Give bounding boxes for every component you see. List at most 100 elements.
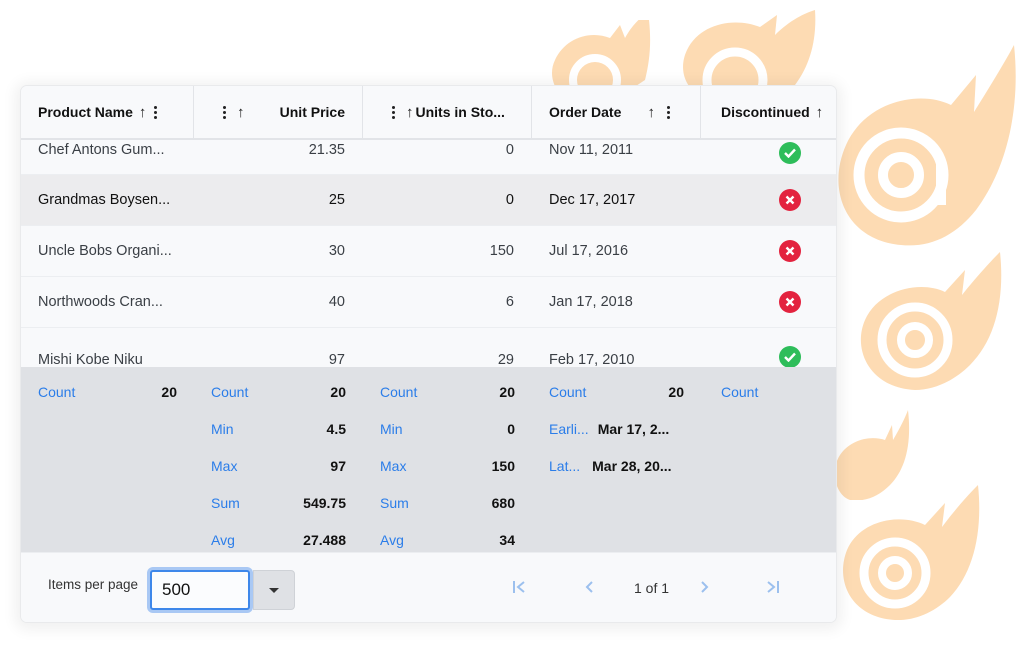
grid-body: Chef Antons Gum... 21.35 0 Nov 11, 2011 … bbox=[21, 140, 836, 368]
column-header-unit-price[interactable]: ↑ Unit Price bbox=[194, 86, 363, 138]
sort-ascending-icon[interactable]: ↑ bbox=[237, 104, 245, 121]
last-page-icon bbox=[767, 581, 779, 593]
cell-order-date[interactable]: Feb 17, 2010 bbox=[532, 328, 701, 368]
cell-unit-price[interactable]: 30 bbox=[194, 226, 363, 276]
blazor-logo-icon bbox=[838, 45, 1016, 246]
summary-label: Earli... bbox=[549, 420, 589, 437]
items-per-page-input[interactable] bbox=[150, 570, 250, 610]
cell-unit-price[interactable]: 25 bbox=[194, 175, 363, 225]
cell-units-in-stock[interactable]: 6 bbox=[363, 277, 532, 327]
items-per-page-dropdown-button[interactable] bbox=[253, 570, 295, 610]
column-menu-icon[interactable] bbox=[221, 105, 227, 119]
column-header-label: Units in Sto... bbox=[415, 104, 505, 120]
cell-unit-price[interactable]: 40 bbox=[194, 277, 363, 327]
first-page-button[interactable] bbox=[512, 580, 526, 594]
cell-units-in-stock[interactable]: 0 bbox=[363, 175, 532, 225]
cell-units-in-stock[interactable]: 150 bbox=[363, 226, 532, 276]
summary-value: 680 bbox=[491, 494, 515, 511]
cell-order-date[interactable]: Nov 11, 2011 bbox=[532, 140, 701, 174]
summary-label: Count bbox=[211, 383, 249, 400]
cell-product-name[interactable]: Uncle Bobs Organi... bbox=[21, 226, 194, 276]
cell-discontinued[interactable] bbox=[701, 175, 836, 225]
x-circle-icon bbox=[779, 291, 801, 313]
next-page-icon bbox=[701, 581, 709, 593]
cell-order-date[interactable]: Jan 17, 2018 bbox=[532, 277, 701, 327]
summary-value: 20 bbox=[161, 383, 177, 400]
cell-product-name[interactable]: Chef Antons Gum... bbox=[21, 140, 194, 174]
summary-value: 20 bbox=[499, 383, 515, 400]
table-row[interactable]: Grandmas Boysen... 25 0 Dec 17, 2017 bbox=[21, 175, 836, 226]
cell-units-in-stock[interactable]: 0 bbox=[363, 140, 532, 174]
last-page-button[interactable] bbox=[766, 580, 780, 594]
summary-label: Count bbox=[549, 383, 587, 400]
summary-order-date: Count 20 Earli... Mar 17, 2... Lat... Mar 2… bbox=[532, 367, 701, 552]
summary-label: Avg bbox=[211, 531, 235, 548]
sort-ascending-icon[interactable]: ↑ bbox=[406, 104, 414, 121]
summary-discontinued: Count bbox=[701, 367, 836, 552]
cell-order-date[interactable]: Jul 17, 2016 bbox=[532, 226, 701, 276]
summary-value: Mar 17, 2... bbox=[597, 420, 670, 437]
next-page-button[interactable] bbox=[700, 580, 710, 594]
summary-label: Count bbox=[721, 383, 759, 400]
table-row[interactable]: Uncle Bobs Organi... 30 150 Jul 17, 2016 bbox=[21, 226, 836, 277]
column-menu-icon[interactable] bbox=[152, 105, 158, 119]
summary-value: 150 bbox=[491, 457, 515, 474]
summary-value: 20 bbox=[330, 383, 346, 400]
cell-product-name[interactable]: Northwoods Cran... bbox=[21, 277, 194, 327]
summary-label: Max bbox=[380, 457, 407, 474]
summary-label: Count bbox=[380, 383, 418, 400]
items-per-page-label: Items per page bbox=[48, 577, 139, 592]
cell-discontinued[interactable] bbox=[701, 140, 836, 174]
summary-unit-price: Count 20 Min 4.5 Max 97 Sum 549.75 Avg 27.488 bbox=[194, 367, 363, 552]
x-circle-icon bbox=[779, 189, 801, 211]
data-grid: Product Name ↑ ↑ Unit Price ↑ Units in S… bbox=[21, 86, 836, 622]
summary-value: 97 bbox=[330, 457, 346, 474]
column-header-units-in-stock[interactable]: ↑ Units in Sto... bbox=[363, 86, 532, 138]
summary-label: Lat... bbox=[549, 457, 581, 474]
summary-value: 4.5 bbox=[326, 420, 346, 437]
cell-product-name[interactable]: Mishi Kobe Niku bbox=[21, 328, 194, 368]
summary-value: 20 bbox=[668, 383, 684, 400]
x-circle-icon bbox=[779, 240, 801, 262]
summary-label: Max bbox=[211, 457, 238, 474]
summary-label: Sum bbox=[380, 494, 409, 511]
cell-discontinued[interactable] bbox=[701, 226, 836, 276]
summary-value: 34 bbox=[499, 531, 515, 548]
blazor-logo-icon bbox=[843, 485, 980, 620]
table-row[interactable]: Mishi Kobe Niku 97 29 Feb 17, 2010 bbox=[21, 328, 836, 368]
cell-order-date[interactable]: Dec 17, 2017 bbox=[532, 175, 701, 225]
cell-discontinued[interactable] bbox=[701, 277, 836, 327]
column-header-label: Product Name bbox=[38, 104, 133, 120]
column-header-label: Discontinued bbox=[721, 104, 810, 120]
table-row[interactable]: Chef Antons Gum... 21.35 0 Nov 11, 2011 bbox=[21, 140, 836, 175]
column-header-label: Order Date bbox=[549, 104, 622, 120]
summary-value: 549.75 bbox=[303, 494, 346, 511]
cell-discontinued[interactable] bbox=[701, 328, 836, 368]
summary-label: Min bbox=[380, 420, 403, 437]
column-header-order-date[interactable]: Order Date ↑ bbox=[532, 86, 701, 138]
sort-ascending-icon[interactable]: ↑ bbox=[816, 104, 824, 121]
sort-ascending-icon[interactable]: ↑ bbox=[648, 104, 656, 121]
grid-header: Product Name ↑ ↑ Unit Price ↑ Units in S… bbox=[21, 86, 836, 140]
summary-value: 0 bbox=[507, 420, 515, 437]
sort-ascending-icon[interactable]: ↑ bbox=[139, 104, 147, 121]
paginator: Items per page 1 of 1 bbox=[21, 552, 836, 622]
summary-label: Min bbox=[211, 420, 234, 437]
summary-product-name: Count 20 bbox=[21, 367, 194, 552]
items-per-page-select[interactable] bbox=[150, 570, 295, 610]
cell-unit-price[interactable]: 97 bbox=[194, 328, 363, 368]
check-circle-icon bbox=[779, 142, 801, 164]
cell-unit-price[interactable]: 21.35 bbox=[194, 140, 363, 174]
column-menu-icon[interactable] bbox=[390, 105, 396, 119]
table-row[interactable]: Northwoods Cran... 40 6 Jan 17, 2018 bbox=[21, 277, 836, 328]
summary-label: Avg bbox=[380, 531, 404, 548]
column-header-product-name[interactable]: Product Name ↑ bbox=[21, 86, 194, 138]
check-circle-icon bbox=[779, 346, 801, 368]
column-header-discontinued[interactable]: Discontinued ↑ bbox=[701, 86, 836, 138]
previous-page-button[interactable] bbox=[584, 580, 594, 594]
summary-row: Count 20 Count 20 Min 4.5 Max 97 Sum 549.75 A… bbox=[21, 367, 836, 552]
column-menu-icon[interactable] bbox=[665, 105, 671, 119]
cell-units-in-stock[interactable]: 29 bbox=[363, 328, 532, 368]
column-header-label: Unit Price bbox=[279, 104, 345, 120]
cell-product-name[interactable]: Grandmas Boysen... bbox=[21, 175, 194, 225]
